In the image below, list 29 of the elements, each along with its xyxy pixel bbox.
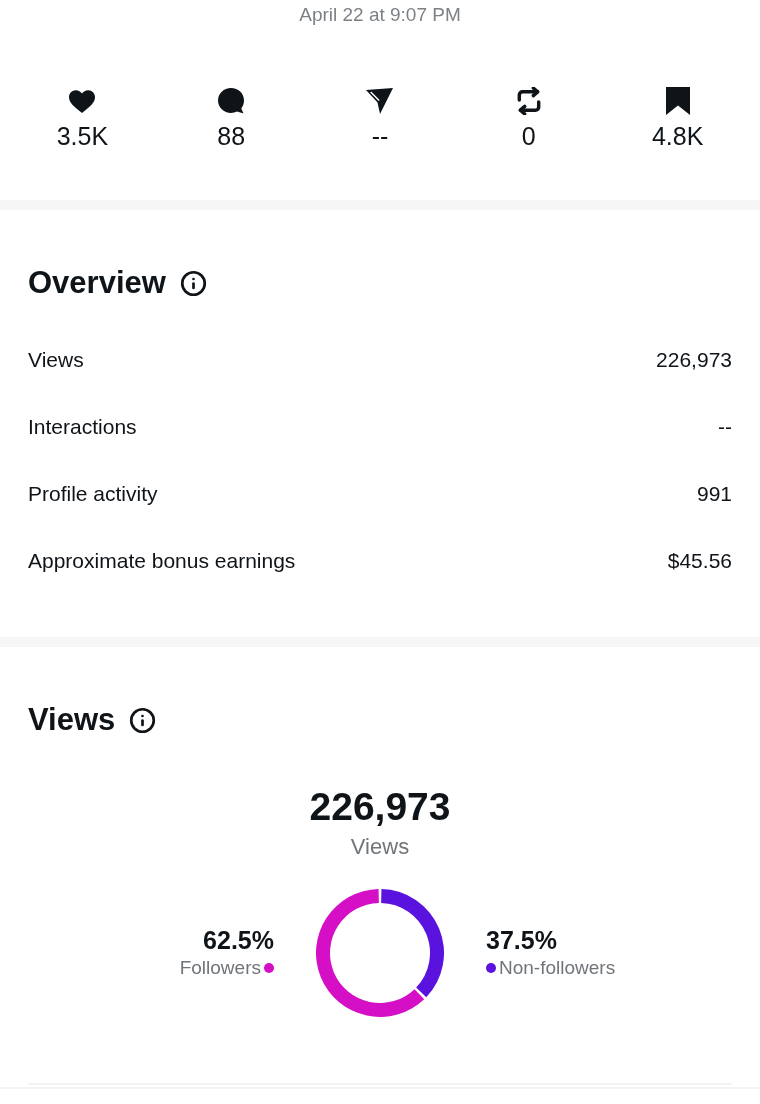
total-views-label: Views (350, 834, 410, 860)
section-heading: Views (28, 701, 116, 739)
metric-value: 226,973 (656, 346, 732, 373)
metric-label: Interactions (28, 413, 137, 440)
stat-count: -- (371, 121, 389, 151)
metric-value: $45.56 (667, 547, 732, 574)
section-heading: Overview (28, 264, 166, 302)
metric-value: -- (718, 413, 732, 440)
bookmark-icon (665, 87, 690, 115)
metric-label: Approximate bonus earnings (28, 547, 296, 574)
metric-value: 991 (696, 480, 732, 507)
heart-icon (69, 89, 96, 113)
legend-percent: 62.5% (203, 925, 274, 955)
metric-label: Views (28, 346, 84, 373)
chat-bubble-icon (218, 88, 245, 114)
post-timestamp: April 22 at 9:07 PM (299, 3, 461, 27)
stat-count: 3.5K (56, 121, 109, 151)
info-icon[interactable] (179, 269, 207, 297)
total-views: 226,973 (309, 784, 451, 830)
paper-plane-icon (366, 88, 394, 114)
stat-count: 4.8K (651, 121, 704, 151)
metric-label: Profile activity (28, 480, 158, 507)
stat-count: 0 (521, 121, 536, 151)
repost-icon (515, 87, 542, 115)
legend-label: Non-followers (499, 956, 616, 980)
legend-percent: 37.5% (486, 925, 557, 955)
legend-label: Followers (179, 956, 261, 980)
stat-count: 88 (217, 121, 246, 151)
info-icon[interactable] (129, 706, 157, 734)
